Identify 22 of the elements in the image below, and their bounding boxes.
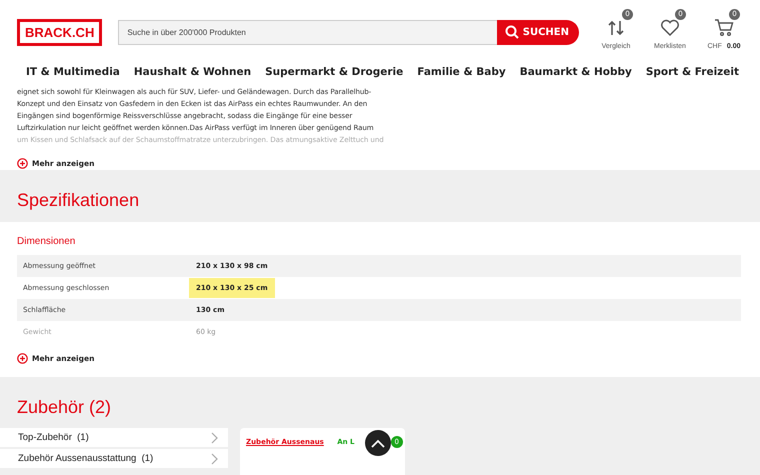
section-title: Zubehör (2) — [16, 396, 112, 419]
category-item[interactable]: Zubehör Aussenausstattung (1) — [0, 449, 228, 468]
heart-icon[interactable] — [660, 18, 680, 36]
cart-icon[interactable] — [714, 18, 734, 37]
category-item[interactable]: Top-Zubehör (1) — [0, 428, 228, 447]
plus-circle-icon[interactable] — [17, 158, 28, 169]
nav-link[interactable]: IT & Multimedia — [26, 66, 120, 78]
chevron-up-icon — [371, 438, 385, 448]
nav-link[interactable]: Haushalt & Wohnen — [134, 66, 252, 78]
nav-link[interactable]: Familie & Baby — [417, 66, 506, 78]
nav-link[interactable]: Sport & Freizeit — [646, 66, 740, 78]
chevron-right-icon — [211, 432, 218, 444]
brand-logo[interactable]: BRACK.CH — [17, 18, 102, 46]
nav-link[interactable]: Supermarkt & Drogerie — [265, 66, 404, 78]
nav-link[interactable]: Baumarkt & Hobby — [520, 66, 632, 78]
plus-circle-icon[interactable] — [17, 353, 28, 364]
search-button[interactable]: SUCHEN — [496, 20, 579, 44]
search-field[interactable]: Suche in über 200'000 Produkten — [118, 20, 497, 44]
chevron-right-icon — [211, 452, 218, 464]
search-icon — [504, 25, 519, 39]
section-title: Spezifikationen — [16, 189, 140, 212]
group-title: Dimensionen — [17, 236, 76, 247]
